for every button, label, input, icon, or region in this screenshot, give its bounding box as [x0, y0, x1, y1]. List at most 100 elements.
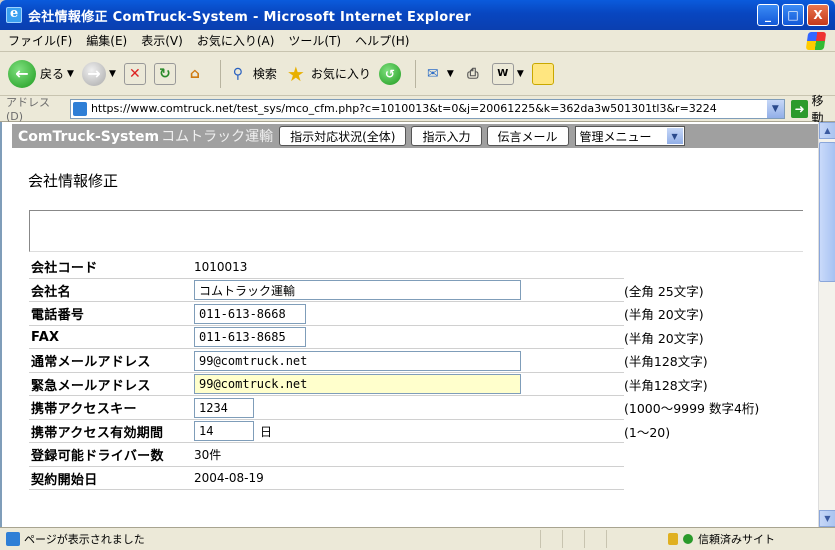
- stop-icon: ✕: [123, 62, 146, 85]
- nav-status-all-button[interactable]: 指示対応状況(全体): [279, 126, 407, 146]
- search-label: 検索: [252, 67, 277, 81]
- mail-input[interactable]: 99@comtruck.net: [194, 350, 521, 371]
- mail-button[interactable]: ✉ ▼: [422, 56, 454, 92]
- chevron-down-icon: ▼: [446, 68, 454, 79]
- chevron-down-icon: ▼: [67, 68, 74, 79]
- back-label: 戻る: [40, 67, 65, 81]
- mobile-key-note: (1000～9999 数字4桁): [624, 401, 760, 417]
- fax-label: FAX: [31, 329, 60, 345]
- menu-edit[interactable]: 編集(E): [86, 32, 127, 49]
- close-button[interactable]: X: [807, 4, 829, 26]
- company-name-note: (全角 25文字): [624, 283, 704, 299]
- mail-label: 通常メールアドレス: [31, 355, 151, 371]
- window-title-bar[interactable]: 会社情報修正 ComTruck-System - Microsoft Inter…: [0, 0, 835, 30]
- nav-instruction-input-button[interactable]: 指示入力: [411, 126, 482, 146]
- brand-name-jp: コムトラック運輸: [161, 129, 274, 145]
- vertical-scrollbar[interactable]: ▲ ▼: [818, 122, 835, 527]
- page-title: 会社情報修正: [28, 172, 119, 190]
- phone-input[interactable]: 011-613-8668: [194, 303, 306, 324]
- note-icon: [531, 62, 554, 85]
- refresh-button[interactable]: ↻: [153, 56, 176, 92]
- mobile-key-label: 携帯アクセスキー: [31, 402, 137, 418]
- form-row-mail: 通常メールアドレス 99@comtruck.net (半角128文字): [29, 349, 803, 373]
- menu-view[interactable]: 表示(V): [141, 32, 183, 49]
- phone-label: 電話番号: [31, 308, 85, 324]
- mail-note: (半角128文字): [624, 354, 708, 370]
- go-button[interactable]: ➜ 移動: [790, 92, 835, 126]
- scroll-up-icon[interactable]: ▲: [819, 122, 835, 139]
- row-divider: [29, 489, 624, 490]
- mobile-period-note: (1～20): [624, 424, 671, 440]
- mobile-period-input[interactable]: 14: [194, 421, 254, 442]
- status-bar: ページが表示されました 信頼済みサイト: [0, 527, 835, 550]
- print-icon: ⎙: [467, 65, 479, 82]
- company-name-label: 会社名: [31, 284, 71, 300]
- toolbar-divider: [219, 59, 221, 88]
- menu-help[interactable]: ヘルプ(H): [355, 32, 409, 49]
- page-done-icon: [6, 532, 20, 546]
- form-row-contract-start: 契約開始日 2004-08-19: [29, 467, 803, 490]
- site-brand: ComTruck-System コムトラック運輸: [12, 126, 273, 146]
- window-controls: _ □ X: [757, 4, 829, 26]
- emergency-mail-note: (半角128文字): [624, 377, 708, 393]
- toolbar-divider: [414, 59, 416, 88]
- company-name-input[interactable]: コムトラック運輸: [194, 280, 521, 301]
- toolbar: ← 戻る ▼ → ▼ ✕ ↻ ⌂ ⚲ 検索 ★ お気に入り ↺ ✉ ▼ ⎙ W …: [0, 52, 835, 96]
- menu-favorites[interactable]: お気に入り(A): [197, 32, 275, 49]
- message-area: [29, 210, 803, 252]
- forward-button[interactable]: → ▼: [81, 56, 116, 92]
- history-button[interactable]: ↺: [378, 56, 401, 92]
- go-arrow-icon: ➜: [790, 99, 809, 118]
- phone-note: (半角 20文字): [624, 307, 704, 323]
- admin-menu-value: 管理メニュー: [579, 129, 652, 144]
- home-button[interactable]: ⌂: [184, 56, 206, 92]
- address-bar: アドレス(D) https://www.comtruck.net/test_sy…: [0, 94, 835, 125]
- address-input[interactable]: https://www.comtruck.net/test_sys/mco_cf…: [69, 98, 785, 119]
- emergency-mail-label: 緊急メールアドレス: [31, 378, 151, 394]
- menu-file[interactable]: ファイル(F): [8, 32, 72, 49]
- maximize-button[interactable]: □: [782, 4, 804, 26]
- edit-button[interactable]: W ▼: [491, 56, 524, 92]
- contract-start-label: 契約開始日: [31, 472, 98, 488]
- star-icon: ★: [286, 61, 305, 86]
- form-row-drivers: 登録可能ドライバー数 30件: [29, 443, 803, 467]
- form-row-company-name: 会社名 コムトラック運輸 (全角 25文字): [29, 279, 803, 302]
- mobile-period-label: 携帯アクセス有効期間: [31, 425, 164, 441]
- address-dropdown-icon[interactable]: ▼: [766, 99, 784, 118]
- status-cells: [540, 530, 628, 548]
- scroll-thumb[interactable]: [819, 142, 835, 282]
- admin-menu-select[interactable]: 管理メニュー ▼: [574, 126, 685, 146]
- minimize-button[interactable]: _: [757, 4, 779, 26]
- menu-tools[interactable]: ツール(T): [288, 32, 341, 49]
- fax-note: (半角 20文字): [624, 330, 704, 346]
- site-header: ComTruck-System コムトラック運輸 指示対応状況(全体) 指示入力 …: [12, 124, 818, 148]
- stop-button[interactable]: ✕: [123, 56, 146, 92]
- window-title: 会社情報修正 ComTruck-System - Microsoft Inter…: [28, 9, 472, 25]
- company-form: 会社コード 1010013 会社名 コムトラック運輸 (全角 25文字) 電話番…: [29, 255, 803, 490]
- form-row-emergency-mail: 緊急メールアドレス 99@comtruck.net (半角128文字): [29, 373, 803, 396]
- page-viewport: ComTruck-System コムトラック運輸 指示対応状況(全体) 指示入力 …: [0, 122, 835, 527]
- emergency-mail-input[interactable]: 99@comtruck.net: [194, 374, 521, 395]
- chevron-down-icon: ▼: [108, 68, 116, 79]
- back-button[interactable]: ← 戻る ▼: [8, 56, 74, 92]
- mobile-key-input[interactable]: 1234: [194, 397, 254, 418]
- favorites-button[interactable]: ★ お気に入り: [285, 56, 371, 92]
- company-code-label: 会社コード: [31, 261, 98, 277]
- back-arrow-icon: ←: [8, 59, 36, 88]
- word-icon: W: [491, 62, 514, 85]
- search-button[interactable]: ⚲ 検索: [227, 56, 277, 92]
- menu-bar: ファイル(F) 編集(E) 表示(V) お気に入り(A) ツール(T) ヘルプ(…: [0, 30, 835, 52]
- chevron-down-icon: ▼: [666, 128, 683, 144]
- fax-input[interactable]: 011-613-8685: [194, 327, 306, 348]
- mobile-period-unit: 日: [260, 424, 273, 439]
- nav-message-mail-button[interactable]: 伝言メール: [486, 126, 569, 146]
- zone-label: 信頼済みサイト: [698, 533, 775, 546]
- address-label: アドレス(D): [6, 96, 50, 123]
- contract-start-value: 2004-08-19: [194, 471, 264, 486]
- home-icon: ⌂: [189, 65, 200, 82]
- print-button[interactable]: ⎙: [462, 56, 484, 92]
- status-zone: 信頼済みサイト: [668, 531, 775, 547]
- scroll-down-icon[interactable]: ▼: [819, 510, 835, 527]
- form-row-mobile-period: 携帯アクセス有効期間 14 日 (1～20): [29, 420, 803, 443]
- discuss-button[interactable]: [531, 56, 554, 92]
